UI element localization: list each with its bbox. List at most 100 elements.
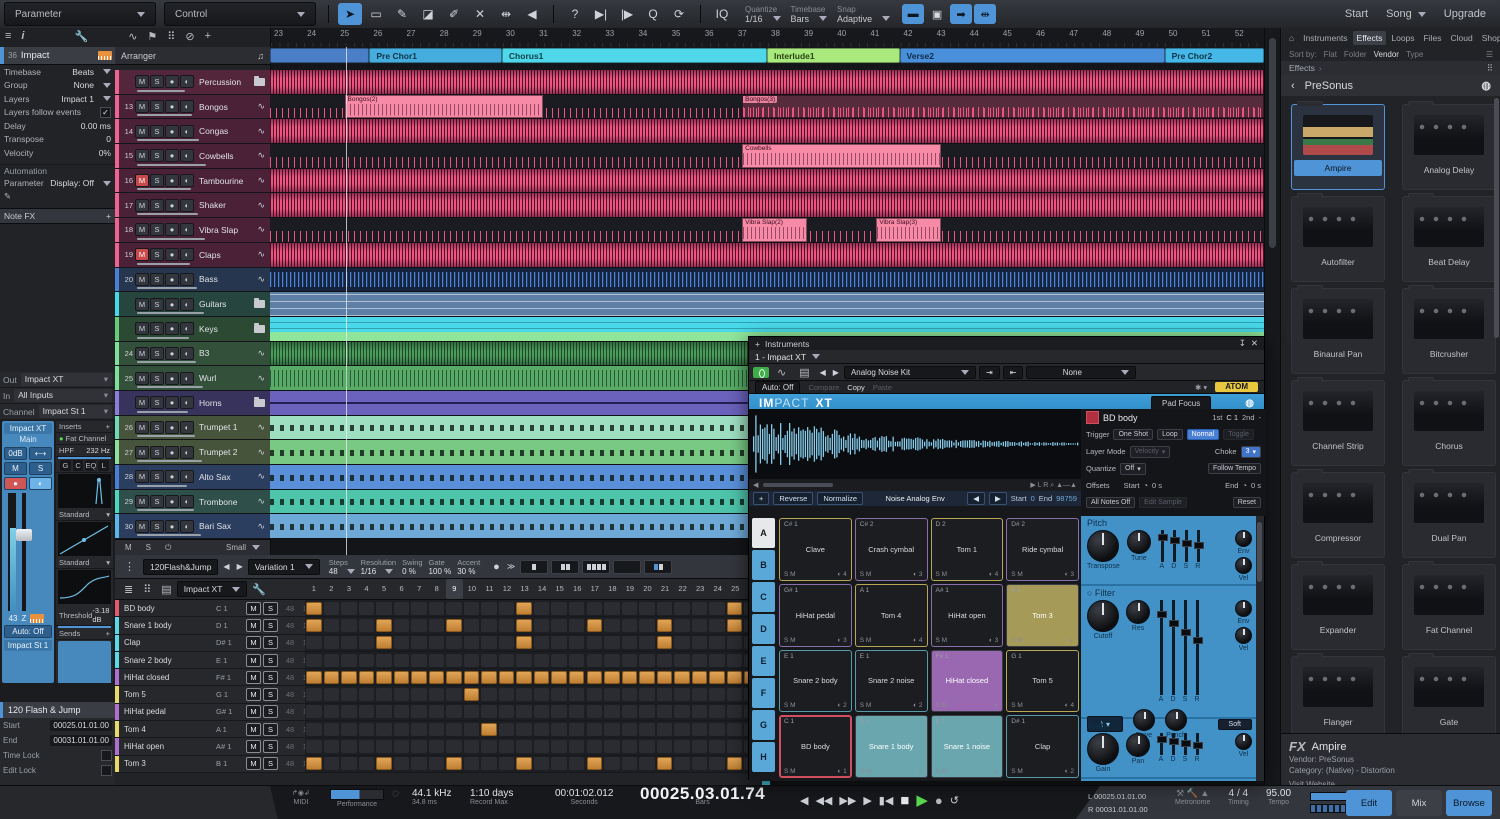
adsr-r[interactable]: R	[1193, 733, 1201, 765]
back-chevron-icon[interactable]: ‹	[1291, 80, 1295, 92]
left-arrow-icon[interactable]: ◀	[753, 481, 758, 489]
row-mute-button[interactable]: M	[246, 602, 261, 615]
add-insert-icon[interactable]: +	[106, 422, 110, 431]
step-18[interactable]	[604, 671, 620, 684]
step-number-5[interactable]: 5	[375, 579, 393, 599]
channel-name[interactable]: Impact XT	[4, 423, 52, 434]
effect-tile-binaural-pan[interactable]: Binaural Pan	[1291, 288, 1385, 374]
step-1[interactable]	[306, 705, 322, 718]
step-19[interactable]	[622, 636, 638, 649]
pattern-row-snare-2-body[interactable]: Snare 2 bodyE 1MS481/16	[115, 652, 762, 669]
step-22[interactable]	[674, 757, 690, 770]
instrument-tab[interactable]: 1 - Impact XT	[749, 350, 1264, 364]
step-21[interactable]	[657, 619, 673, 632]
browser-breadcrumb[interactable]: Effects›⠿	[1281, 61, 1500, 75]
step-6[interactable]	[394, 671, 410, 684]
pad-solo-mute[interactable]: S M	[1011, 637, 1023, 644]
timebase-setting[interactable]: Timebase Bars	[791, 1, 828, 27]
adsr-d[interactable]: D	[1169, 733, 1177, 765]
pad-solo-mute[interactable]: S M	[936, 571, 948, 578]
step-13[interactable]	[516, 723, 532, 736]
step-21[interactable]	[657, 671, 673, 684]
prev-variation-button[interactable]: ◀	[221, 562, 231, 571]
step-5[interactable]	[376, 654, 392, 667]
midi-out-icon[interactable]: ⇤	[1003, 366, 1024, 379]
pad-bank-A[interactable]: A	[752, 518, 775, 548]
timebase-value[interactable]: Bars	[791, 14, 810, 24]
step-15[interactable]	[551, 757, 567, 770]
step-20[interactable]	[639, 740, 655, 753]
step-19[interactable]	[622, 654, 638, 667]
step-23[interactable]	[692, 757, 708, 770]
pad-hihat-open[interactable]: A# 1HiHat openS M◐ 3	[931, 584, 1004, 647]
step-17[interactable]	[587, 619, 603, 632]
inspector-field-layers[interactable]: LayersImpact 1	[0, 92, 115, 106]
record-arm-button[interactable]: ●	[165, 446, 179, 459]
effect-tile-gate[interactable]: Gate	[1402, 656, 1496, 741]
knob-transpose[interactable]: Transpose	[1087, 530, 1120, 570]
step-25[interactable]	[727, 688, 743, 701]
field-value[interactable]: 0%	[99, 148, 111, 158]
fat-channel-tab-eq[interactable]: EQ	[85, 460, 96, 471]
pad-solo-mute[interactable]: S M	[1011, 768, 1023, 775]
step-19[interactable]	[622, 740, 638, 753]
track-row-bongos[interactable]: 13MS●◐Bongos∿	[115, 95, 270, 120]
solo-button[interactable]: S	[150, 421, 164, 434]
step-25[interactable]	[727, 619, 743, 632]
r-slider[interactable]	[1193, 733, 1201, 755]
arranger-section-pre-chor2[interactable]: Pre Chor2	[1165, 48, 1264, 63]
pad-snare-2-noise[interactable]: E 1Snare 2 noiseS M◐ 2	[855, 650, 928, 713]
gain-knob[interactable]	[1087, 733, 1119, 765]
step-grid[interactable]	[305, 635, 762, 651]
step-24[interactable]	[709, 654, 725, 667]
slider-handle[interactable]	[1170, 537, 1180, 544]
step-9[interactable]	[446, 654, 462, 667]
latency-z-icon[interactable]: Z	[22, 614, 27, 623]
step-grid[interactable]	[305, 721, 762, 737]
step-14[interactable]	[534, 602, 550, 615]
return-to-start-button[interactable]: ▮◀	[879, 794, 894, 807]
upgrade-button[interactable]: Upgrade	[1444, 8, 1486, 20]
step-19[interactable]	[622, 671, 638, 684]
step-25[interactable]	[727, 636, 743, 649]
step-1[interactable]	[306, 723, 322, 736]
eraser-tool[interactable]: ◪	[416, 3, 440, 25]
step-6[interactable]	[394, 619, 410, 632]
step-13[interactable]	[516, 705, 532, 718]
monitor-button[interactable]: ◐	[180, 347, 194, 360]
d-slider[interactable]	[1169, 600, 1177, 695]
step-18[interactable]	[604, 602, 620, 615]
step-15[interactable]	[551, 619, 567, 632]
adsr-r[interactable]: R	[1193, 600, 1201, 705]
knob-env[interactable]: Env	[1235, 530, 1252, 555]
pad-tom-1[interactable]: D 2Tom 1S M◐ 4	[931, 518, 1004, 581]
mute-button[interactable]: M	[135, 446, 149, 459]
slider-handle[interactable]	[1181, 740, 1191, 747]
knob-pan[interactable]: Pan	[1126, 733, 1150, 765]
step-1[interactable]	[306, 740, 322, 753]
midi-in-icon[interactable]: ⇥	[979, 366, 1000, 379]
input-quantize-button[interactable]: IQ	[710, 3, 734, 25]
step-number-10[interactable]: 10	[463, 579, 481, 599]
step-15[interactable]	[551, 671, 567, 684]
monitor-button[interactable]: ◐	[180, 446, 194, 459]
step-11[interactable]	[481, 619, 497, 632]
step-21[interactable]	[657, 740, 673, 753]
pad-quantize-select[interactable]: Off ▾	[1120, 463, 1146, 475]
step-number-15[interactable]: 15	[551, 579, 569, 599]
pad-output[interactable]: ◐ 3	[913, 571, 922, 578]
effect-tile-expander[interactable]: Expander	[1291, 564, 1385, 650]
mute-button[interactable]: M	[135, 100, 149, 113]
step-3[interactable]	[341, 705, 357, 718]
r-slider[interactable]	[1193, 600, 1201, 695]
track-row-wurl[interactable]: 25MS●◐Wurl∿	[115, 366, 270, 391]
pad-solo-mute[interactable]: S M	[936, 637, 948, 644]
step-17[interactable]	[587, 705, 603, 718]
step-13[interactable]	[516, 654, 532, 667]
pattern-name-box[interactable]: 120Flash&Jump	[143, 559, 218, 575]
row-mute-button[interactable]: M	[246, 757, 261, 770]
pad-solo-mute[interactable]: S M	[1011, 702, 1023, 709]
step-4[interactable]	[359, 723, 375, 736]
next-preset-button[interactable]: ▶	[831, 368, 841, 377]
step-grid[interactable]	[305, 652, 762, 668]
